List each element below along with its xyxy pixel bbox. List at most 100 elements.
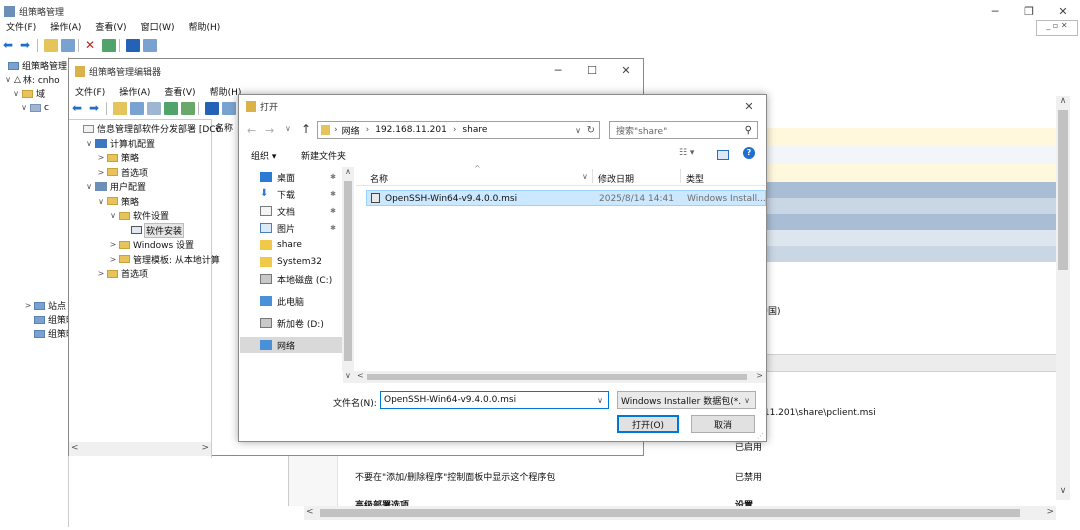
main-menu-item-0[interactable]: 文件(F) — [6, 20, 36, 33]
editor-menu-item-1[interactable]: 操作(A) — [119, 85, 150, 98]
editor-tree-node[interactable]: ∨ 策略 — [97, 195, 139, 208]
editor-tree-node[interactable]: 信息管理部软件分发部署 [DC0 — [73, 122, 221, 135]
delete-icon[interactable]: ✕ — [85, 38, 99, 52]
tree-domains[interactable]: ∨ 域 — [12, 87, 45, 100]
editor-close-button[interactable]: ✕ — [609, 59, 643, 81]
column-type[interactable]: 类型 — [686, 172, 704, 185]
new-folder-button[interactable]: 新建文件夹 — [301, 149, 346, 162]
editor-tree-node[interactable]: > 首选项 — [97, 166, 148, 179]
nav-item[interactable]: 新加卷 (D:) — [240, 315, 342, 331]
main-menu-item-3[interactable]: 窗口(W) — [141, 20, 175, 33]
column-modified[interactable]: 修改日期 — [598, 172, 634, 185]
folder-up-icon[interactable] — [44, 38, 58, 52]
breadcrumb-share[interactable]: share — [462, 125, 487, 135]
nav-pane-scrollbar[interactable]: ∧ — [342, 167, 354, 371]
address-refresh-icon[interactable]: ↻ — [587, 125, 595, 136]
nav-forward-button[interactable]: → — [265, 124, 274, 137]
address-bar[interactable]: › 网络 › 192.168.11.201 › share ∨ ↻ — [317, 121, 600, 139]
nav-item[interactable]: ⬇ 下载 ✱ — [240, 186, 342, 202]
help-icon[interactable]: ? — [743, 147, 755, 159]
file-list-hscroll[interactable]: ∨ < > — [343, 371, 766, 383]
editor-menu-item-3[interactable]: 帮助(H) — [210, 85, 242, 98]
main-menu-item-1[interactable]: 操作(A) — [50, 20, 81, 33]
nav-item[interactable]: share — [240, 237, 342, 253]
organize-menu[interactable]: 组织 ▾ — [251, 149, 276, 162]
chevron-right-icon[interactable]: > — [97, 168, 105, 177]
editor-help-icon[interactable] — [205, 101, 219, 115]
dialog-close-button[interactable]: ✕ — [732, 95, 766, 117]
editor-refresh-icon[interactable] — [164, 101, 178, 115]
nav-item[interactable]: 图片 ✱ — [240, 220, 342, 236]
chevron-down-icon[interactable]: ∨ — [109, 211, 117, 220]
tree-sites[interactable]: > 站点 — [24, 299, 66, 312]
editor-tree-node[interactable]: ∨ 用户配置 — [85, 180, 146, 193]
nav-item[interactable]: 此电脑 — [240, 293, 342, 309]
mdi-controls[interactable]: _ ▫ ✕ — [1036, 20, 1078, 36]
breadcrumb-host[interactable]: 192.168.11.201 — [375, 125, 447, 135]
resize-grip-icon[interactable]: ⋰ — [757, 432, 764, 440]
main-horizontal-scrollbar[interactable]: < > — [304, 506, 1056, 520]
file-row[interactable]: OpenSSH-Win64-v9.4.0.0.msi 2025/8/14 14:… — [366, 190, 766, 206]
cancel-button[interactable]: 取消 — [691, 415, 755, 433]
chevron-down-icon[interactable]: ∨ — [85, 182, 93, 191]
editor-view-icon[interactable] — [222, 101, 236, 115]
forward-arrow-icon[interactable]: ➡ — [20, 38, 34, 52]
refresh-icon[interactable] — [102, 38, 116, 52]
view-options-icon[interactable]: ☷ ▾ — [679, 148, 694, 158]
nav-item[interactable]: 桌面 ✱ — [240, 169, 342, 185]
editor-list-header[interactable]: 名称 — [215, 121, 233, 134]
nav-item[interactable]: 网络 — [240, 337, 342, 353]
editor-forward-icon[interactable]: ➡ — [89, 101, 103, 115]
preview-pane-icon[interactable] — [717, 150, 729, 160]
editor-tree-node[interactable]: > Windows 设置 — [109, 238, 194, 251]
main-vertical-scrollbar[interactable]: ∧ ∨ — [1056, 96, 1070, 500]
tree-forest[interactable]: ∨ △ 林: cnho — [4, 73, 60, 87]
editor-tree-hscroll[interactable]: < > — [69, 442, 211, 456]
tree-domain-node[interactable]: ∨ c — [20, 101, 49, 114]
nav-up-button[interactable]: ↑ — [301, 122, 311, 136]
editor-tree-node[interactable]: ∨ 软件设置 — [109, 209, 169, 222]
breadcrumb-network[interactable]: 网络 — [342, 124, 360, 137]
editor-maximize-button[interactable]: ☐ — [575, 59, 609, 81]
editor-tree-node[interactable]: ∨ 计算机配置 — [85, 137, 155, 150]
nav-recent-dropdown-icon[interactable]: ∨ — [285, 124, 291, 133]
editor-tree-node[interactable]: 软件安装 — [121, 222, 185, 238]
search-input[interactable]: 搜索"share" ⚲ — [609, 121, 758, 139]
main-menu-item-2[interactable]: 查看(V) — [95, 20, 126, 33]
tree-root[interactable]: 组策略管理 — [6, 59, 67, 72]
editor-menu-item-2[interactable]: 查看(V) — [164, 85, 195, 98]
back-arrow-icon[interactable]: ⬅ — [3, 38, 17, 52]
chevron-right-icon[interactable]: > — [97, 153, 105, 162]
editor-tree-node[interactable]: > 首选项 — [97, 267, 148, 280]
chevron-down-icon[interactable]: ∨ — [97, 197, 105, 206]
editor-tree-node[interactable]: > 策略 — [97, 151, 139, 164]
editor-tree-icon[interactable] — [130, 101, 144, 115]
filename-input[interactable]: OpenSSH-Win64-v9.4.0.0.msi ∨ — [380, 391, 609, 409]
column-name[interactable]: 名称 — [370, 172, 388, 185]
address-dropdown-icon[interactable]: ∨ — [575, 126, 581, 135]
editor-minimize-button[interactable]: ─ — [541, 59, 575, 81]
editor-tree-node[interactable]: > 管理模板: 从本地计算 — [109, 253, 220, 266]
filetype-dropdown-icon[interactable]: ∨ — [744, 396, 750, 405]
editor-properties-icon[interactable] — [147, 101, 161, 115]
editor-export-icon[interactable] — [181, 101, 195, 115]
chevron-right-icon[interactable]: > — [109, 255, 117, 264]
editor-menu-item-0[interactable]: 文件(F) — [75, 85, 105, 98]
editor-back-icon[interactable]: ⬅ — [72, 101, 86, 115]
chevron-down-icon[interactable]: ∨ — [85, 139, 93, 148]
console-icon[interactable] — [143, 38, 157, 52]
column-name-dropdown-icon[interactable]: ∨ — [582, 172, 588, 181]
chevron-right-icon[interactable]: > — [109, 240, 117, 249]
main-menu-item-4[interactable]: 帮助(H) — [189, 20, 221, 33]
nav-item[interactable]: 文档 ✱ — [240, 203, 342, 219]
nav-item[interactable]: 本地磁盘 (C:) — [240, 271, 342, 287]
chevron-right-icon[interactable]: > — [97, 269, 105, 278]
nav-item[interactable]: System32 — [240, 254, 342, 270]
filetype-select[interactable]: Windows Installer 数据包(*.m ∨ — [617, 391, 756, 409]
open-button[interactable]: 打开(O) — [617, 415, 679, 433]
nav-back-button[interactable]: ← — [247, 124, 256, 137]
filename-dropdown-icon[interactable]: ∨ — [597, 396, 603, 405]
help-icon[interactable] — [126, 38, 140, 52]
editor-up-icon[interactable] — [113, 101, 127, 115]
show-tree-icon[interactable] — [61, 38, 75, 52]
